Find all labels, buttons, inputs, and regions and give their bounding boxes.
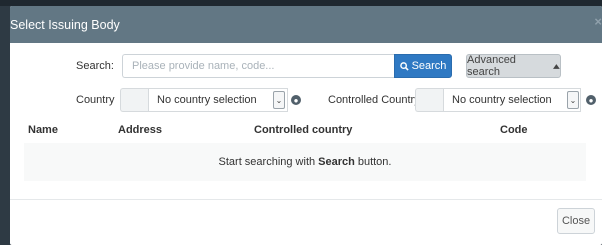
search-button[interactable]: Search <box>394 54 452 78</box>
advanced-search-button[interactable]: Advanced search <box>466 54 561 78</box>
close-icon[interactable]: × <box>594 15 602 28</box>
empty-message-bold: Search <box>318 156 355 168</box>
empty-results-row: Start searching with Search button. <box>24 143 586 181</box>
search-input[interactable] <box>122 54 394 78</box>
modal-title: Select Issuing Body <box>10 18 120 32</box>
empty-message-prefix: Start searching with <box>218 156 316 168</box>
column-header-name: Name <box>28 124 58 136</box>
controlled-country-select-addon <box>415 88 443 112</box>
modal-header: Select Issuing Body × <box>10 6 602 43</box>
controlled-country-label: Controlled Country <box>328 94 420 106</box>
chevron-down-icon[interactable]: ⌄ <box>567 91 579 109</box>
empty-message-suffix: button. <box>357 156 392 168</box>
select-issuing-body-dialog: Select Issuing Body × Search: Search Adv… <box>10 6 602 245</box>
footer-divider <box>10 199 602 200</box>
caret-up-icon <box>553 63 560 69</box>
search-button-label: Search <box>411 60 447 72</box>
globe-icon[interactable]: ● <box>586 95 596 105</box>
controlled-country-select-value: No country selection <box>452 94 552 106</box>
close-button-label: Close <box>561 215 591 227</box>
controlled-country-select[interactable]: No country selection <box>443 88 581 112</box>
column-header-address: Address <box>118 124 163 136</box>
globe-icon[interactable]: ● <box>291 95 301 105</box>
country-label: Country <box>76 94 115 106</box>
chevron-down-icon[interactable]: ⌄ <box>273 91 285 109</box>
search-icon <box>399 61 409 71</box>
search-label: Search: <box>76 60 114 72</box>
advanced-search-label: Advanced search <box>467 54 516 78</box>
country-select[interactable]: No country selection <box>148 88 288 112</box>
country-select-addon <box>120 88 148 112</box>
column-header-controlled-country: Controlled country <box>254 124 353 136</box>
close-button[interactable]: Close <box>557 208 595 234</box>
column-header-code: Code <box>500 124 528 136</box>
country-select-value: No country selection <box>157 94 257 106</box>
